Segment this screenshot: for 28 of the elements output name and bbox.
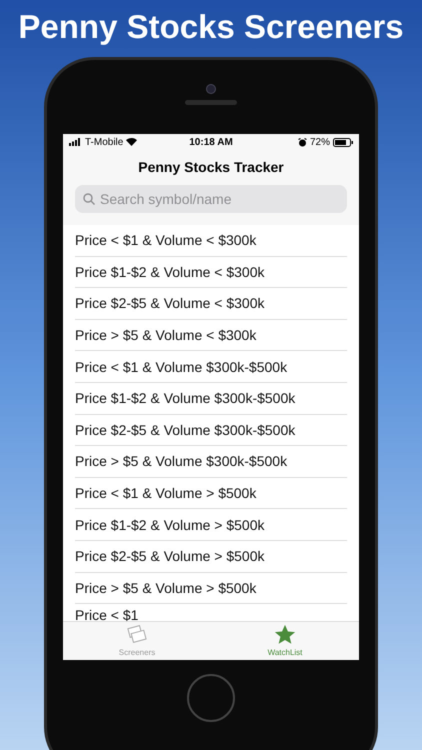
nav-title: Penny Stocks Tracker: [137, 158, 285, 177]
screener-item[interactable]: Price $1-$2 & Volume $300k-$500k: [75, 382, 347, 415]
clock-time: 10:18 AM: [189, 136, 233, 148]
battery-percent: 72%: [310, 136, 330, 148]
screener-item[interactable]: Price < $1 & Volume > $500k: [75, 478, 347, 510]
screener-item[interactable]: Price $2-$5 & Volume < $300k: [75, 288, 347, 320]
screener-item[interactable]: Price < $1 & Volume $300k-$500k: [75, 351, 347, 383]
screener-item[interactable]: Price < $1: [75, 604, 347, 621]
camera-icon: [206, 84, 216, 94]
tab[interactable]: WatchList: [211, 622, 359, 660]
search-field[interactable]: Search symbol/name: [75, 185, 347, 213]
screener-item[interactable]: Price > $5 & Volume < $300k: [75, 320, 347, 352]
wifi-icon: [126, 138, 138, 146]
headline: Penny Stocks Screeners: [17, 7, 405, 47]
screener-item[interactable]: Price $2-$5 & Volume $300k-$500k: [75, 414, 347, 446]
battery-icon: [333, 138, 354, 146]
cards-icon: [126, 624, 148, 646]
speaker-grille: [185, 100, 237, 105]
screener-item[interactable]: Price $2-$5 & Volume > $500k: [75, 540, 347, 573]
alarm-icon: [298, 138, 307, 146]
signal-icon: [69, 138, 82, 146]
screener-item[interactable]: Price > $5 & Volume $300k-$500k: [75, 446, 347, 478]
screener-item[interactable]: Price < $1 & Volume < $300k: [75, 225, 347, 257]
screener-item[interactable]: Price $1-$2 & Volume < $300k: [75, 256, 347, 288]
carrier-name: T-Mobile: [85, 136, 124, 148]
screener-item[interactable]: Price $1-$2 & Volume > $500k: [75, 509, 347, 541]
screener-item[interactable]: Price > $5 & Volume > $500k: [75, 572, 347, 604]
star-icon: [274, 624, 296, 646]
